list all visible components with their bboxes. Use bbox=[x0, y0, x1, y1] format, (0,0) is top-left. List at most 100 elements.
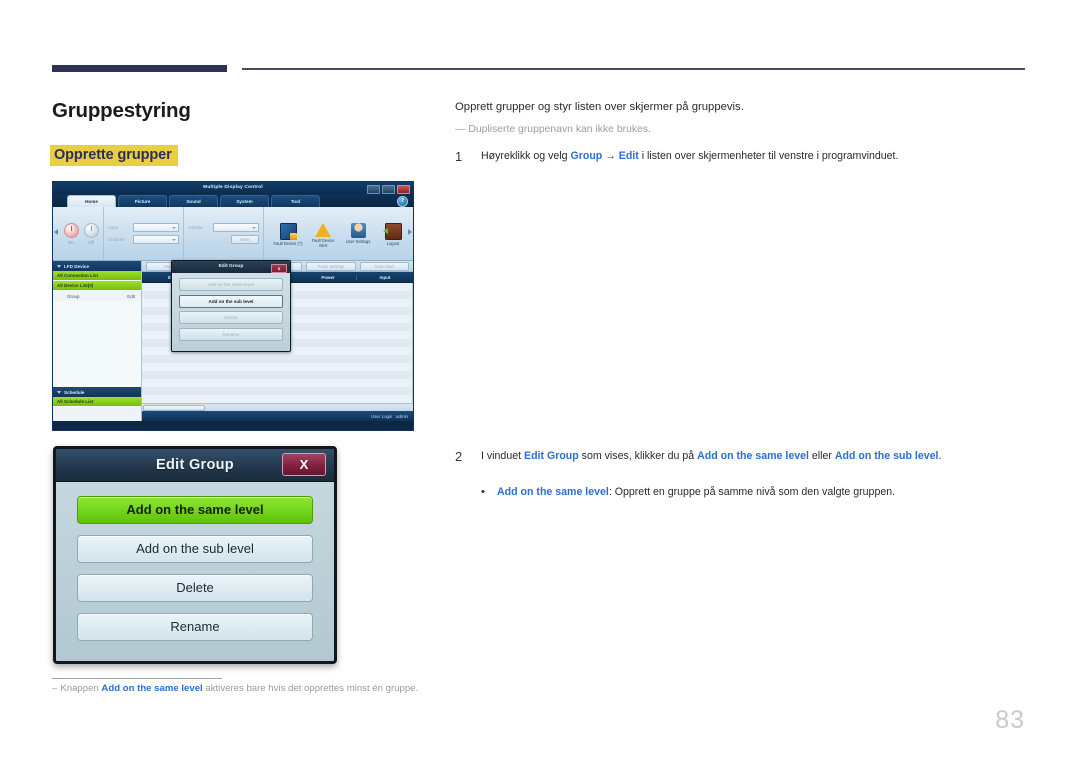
mdc-popup-close-button[interactable]: x bbox=[271, 263, 287, 273]
mdc-window-controls bbox=[367, 184, 410, 194]
status-bar: User Login : admin bbox=[142, 411, 413, 421]
lfd-device-header[interactable]: LFD Device bbox=[53, 261, 141, 271]
help-icon[interactable]: ? bbox=[397, 196, 408, 207]
index-mail-button[interactable]: Index Mail bbox=[359, 261, 410, 271]
schedule-label: Schedule bbox=[64, 389, 85, 395]
rename-button[interactable]: Rename bbox=[77, 613, 313, 641]
tab-home[interactable]: Home bbox=[67, 195, 116, 207]
step-1-link-edit: Edit bbox=[618, 150, 639, 163]
paste-settings-button[interactable]: Paste Settings bbox=[306, 261, 356, 271]
intro-lead-text: Opprett grupper og styr listen over skje… bbox=[455, 101, 744, 113]
tab-tool[interactable]: Tool bbox=[271, 195, 320, 207]
mdc-device-tree-panel: LFD Device All Connection List All Devic… bbox=[53, 261, 142, 421]
power-on-label: On bbox=[68, 239, 74, 245]
power-off-icon bbox=[83, 222, 99, 238]
section-heading-highlight: Opprette grupper bbox=[50, 145, 178, 166]
group-tree-item[interactable]: Group Edit bbox=[53, 291, 141, 301]
header-accent-bar bbox=[52, 65, 227, 72]
tab-picture[interactable]: Picture bbox=[118, 195, 167, 207]
footnote-text-before: Knappen bbox=[60, 683, 102, 694]
note-dash: ― bbox=[455, 123, 466, 135]
power-on-button[interactable]: On bbox=[63, 222, 79, 245]
power-off-button[interactable]: Off bbox=[83, 222, 99, 245]
step-2-mid: som vises, klikker du på bbox=[578, 450, 698, 462]
step-2-after: . bbox=[938, 450, 942, 462]
bullet-term: Add on the same level bbox=[497, 485, 609, 498]
step-1-number: 1 bbox=[455, 149, 463, 165]
mdc-popup-add-sub-level-button[interactable]: Add on the sub level bbox=[179, 294, 283, 308]
fault-device-button[interactable]: Fault Device (?) bbox=[273, 222, 303, 247]
footnote: – Knappen Add on the same level aktiveres… bbox=[52, 682, 452, 696]
all-device-list-item[interactable]: All Device List(0) bbox=[53, 281, 141, 291]
step-2: 2 I vinduet Edit Group som vises, klikke… bbox=[455, 449, 1035, 465]
mdc-popup-rename-button[interactable]: Rename bbox=[179, 327, 283, 341]
add-on-sub-level-button[interactable]: Add on the sub level bbox=[77, 535, 313, 563]
status-user-login: User Login : admin bbox=[371, 413, 408, 419]
fault-device-label: Fault Device (?) bbox=[273, 240, 303, 246]
step-2-before: I vinduet bbox=[481, 450, 524, 462]
user-settings-label: User Settings bbox=[345, 238, 371, 244]
horizontal-scrollbar[interactable] bbox=[142, 403, 413, 411]
step-2-text: I vinduet Edit Group som vises, klikker … bbox=[481, 449, 1035, 465]
volume-select[interactable] bbox=[213, 223, 259, 232]
right-column: Opprett grupper og styr listen over skje… bbox=[455, 99, 1035, 165]
group-edit-label[interactable]: Edit bbox=[127, 294, 135, 299]
note-text: Dupliserte gruppenavn kan ikke brukes. bbox=[468, 123, 651, 135]
channel-field-row: Channel bbox=[108, 235, 179, 244]
step-1-arrow: → bbox=[602, 150, 619, 163]
mute-button[interactable]: Mute bbox=[231, 235, 259, 244]
maximize-button[interactable] bbox=[382, 184, 395, 194]
user-settings-button[interactable]: User Settings bbox=[343, 222, 373, 245]
step-1-text: Høyreklikk og velg Group → Edit i listen… bbox=[481, 149, 1035, 165]
grid-col-input[interactable]: Input bbox=[357, 275, 413, 280]
bullet-text: Add on the same level: Opprett en gruppe… bbox=[497, 485, 895, 501]
dialog-close-button[interactable]: X bbox=[282, 453, 326, 476]
mdc-tab-bar: Home Picture Sound System Tool ? bbox=[53, 194, 413, 207]
add-on-same-level-button[interactable]: Add on the same level bbox=[77, 496, 313, 524]
step-2-number: 2 bbox=[455, 449, 463, 464]
ribbon-group-tools: Fault Device (?) Fault Device Alert User… bbox=[264, 207, 413, 260]
step-1-link-group: Group bbox=[570, 150, 603, 163]
mdc-window-title: Multiple Display Control bbox=[203, 185, 263, 190]
schedule-header[interactable]: Schedule bbox=[53, 387, 141, 397]
ribbon-group-volume: Volume Mute bbox=[184, 207, 264, 260]
mdc-popup-delete-button[interactable]: Delete bbox=[179, 311, 283, 324]
power-off-label: Off bbox=[88, 239, 94, 245]
group-label: Group bbox=[67, 293, 80, 299]
delete-button[interactable]: Delete bbox=[77, 574, 313, 602]
logout-door-icon bbox=[382, 222, 402, 240]
volume-field-row: Volume bbox=[188, 223, 259, 232]
volume-label: Volume bbox=[188, 225, 203, 230]
step-1-before: Høyreklikk og velg bbox=[481, 150, 571, 163]
page-number: 83 bbox=[995, 706, 1025, 734]
channel-label: Channel bbox=[108, 237, 125, 242]
channel-select[interactable] bbox=[133, 235, 179, 244]
tab-sound[interactable]: Sound bbox=[169, 195, 218, 207]
lfd-device-label: LFD Device bbox=[64, 263, 90, 269]
mdc-title-bar: Multiple Display Control bbox=[53, 182, 413, 194]
footnote-term: Add on the same level bbox=[101, 683, 203, 694]
bullet-marker: • bbox=[481, 485, 485, 498]
chevron-down-icon bbox=[57, 390, 61, 394]
edit-group-dialog: Edit Group X Add on the same level Add o… bbox=[53, 446, 337, 664]
all-schedule-list-item[interactable]: All Schedule List bbox=[53, 397, 141, 407]
step-1: 1 Høyreklikk og velg Group → Edit i list… bbox=[455, 149, 1035, 165]
ribbon-group-input: Input Channel bbox=[104, 207, 184, 260]
power-on-icon bbox=[63, 222, 79, 238]
input-select[interactable] bbox=[133, 223, 179, 232]
mdc-application-screenshot: Multiple Display Control Home Picture So… bbox=[52, 181, 414, 431]
logout-label: Logout bbox=[386, 240, 400, 246]
mdc-popup-title: Edit Group bbox=[218, 264, 244, 269]
grid-col-power[interactable]: Power bbox=[300, 274, 357, 280]
minimize-button[interactable] bbox=[367, 184, 380, 194]
mdc-popup-add-same-level-button[interactable]: Add on the same level bbox=[179, 278, 283, 291]
header-rule-line bbox=[242, 68, 1025, 70]
fault-device-alert-button[interactable]: Fault Device Alert bbox=[308, 222, 338, 248]
close-button[interactable] bbox=[397, 184, 410, 194]
mdc-edit-group-popup: Edit Group x Add on the same level Add o… bbox=[171, 260, 291, 352]
logout-button[interactable]: Logout bbox=[378, 222, 408, 247]
tab-system[interactable]: System bbox=[220, 195, 269, 207]
ribbon-group-power: On Off bbox=[53, 207, 104, 260]
all-connection-list-item[interactable]: All Connection List bbox=[53, 271, 141, 281]
dialog-body: Add on the same level Add on the sub lev… bbox=[56, 482, 334, 651]
